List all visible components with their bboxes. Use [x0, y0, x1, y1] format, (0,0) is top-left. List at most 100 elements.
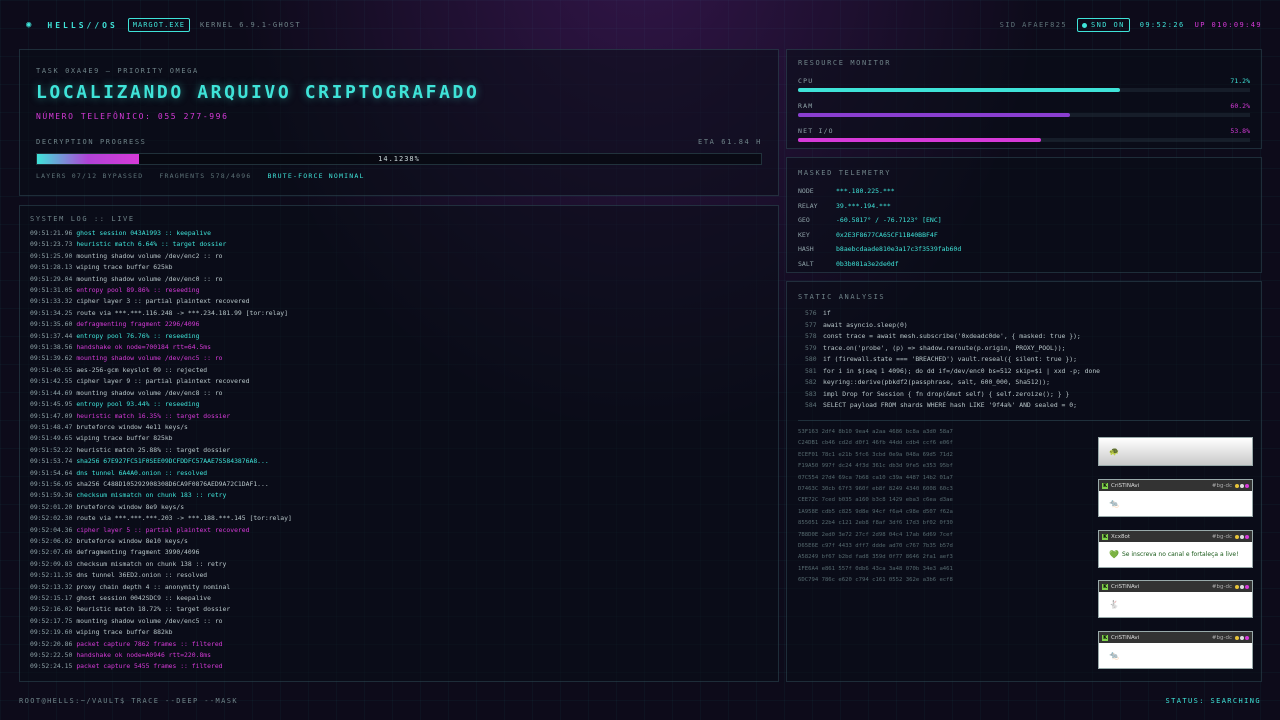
chat-tag: #bg-dc	[1211, 533, 1232, 540]
avatar: K	[1102, 634, 1108, 641]
chat-body: 🐀	[1099, 491, 1252, 516]
log-message: bruteforce window 8e9 keys/s	[76, 502, 185, 511]
app-chip[interactable]: MARGOT.EXE	[127, 18, 190, 32]
meter-fill	[798, 88, 1120, 92]
log-timestamp: 09:51:49.65	[30, 434, 73, 443]
telemetry-row: GEO -60.5817° / -76.7123° [ENC]	[798, 213, 961, 228]
telemetry-value: -60.5817° / -76.7123° [ENC]	[836, 216, 942, 224]
log-timestamp: 09:52:04.36	[30, 525, 73, 534]
log-timestamp: 09:51:31.05	[30, 286, 73, 295]
log-line: 09:51:49.65 wiping trace buffer 825kb	[30, 433, 765, 444]
log-timestamp: 09:52:11.35	[30, 571, 73, 580]
log-message: bruteforce window 8e10 keys/s	[76, 536, 188, 545]
command-prompt[interactable]: ROOT@HELLS:~/VAULT$ TRACE --DEEP --MASK	[19, 697, 238, 705]
chat-header: K Xcx8ot #bg-dc	[1099, 531, 1252, 542]
system-log-panel[interactable]: SYSTEM LOG :: LIVE 09:51:21.96 ghost sess…	[19, 205, 779, 682]
chat-body: 💚 Se inscreva no canal e fortaleça a live…	[1099, 542, 1252, 567]
log-timestamp: 09:52:24.15	[30, 662, 73, 671]
chat-card[interactable]: 🐢	[1098, 437, 1253, 466]
log-line: 09:51:59.36 checksum mismatch on chunk 18…	[30, 490, 765, 501]
log-message: packet capture 5455 frames :: filtered	[76, 662, 223, 671]
log-timestamp: 09:51:28.13	[30, 263, 73, 272]
top-bar: ◉ HELLS//OS MARGOT.EXE KERNEL 6.9.1-GHOS…	[0, 0, 1280, 46]
log-line: 09:51:34.25 route via ***.***.116.248 -> …	[30, 308, 765, 319]
log-line: 09:51:47.09 heuristic match 16.35% :: tar…	[30, 411, 765, 422]
log-timestamp: 09:52:19.60	[30, 628, 73, 637]
log-line: 09:52:22.50 handshake ok node=A0946 rtt=2…	[30, 650, 765, 661]
avatar: K	[1102, 583, 1108, 590]
log-timestamp: 09:51:48.47	[30, 422, 73, 431]
sound-toggle[interactable]: SND ON	[1077, 18, 1130, 32]
meter-label: CPU	[798, 77, 814, 85]
log-line: 09:51:33.32 cipher layer 3 :: partial pla…	[30, 296, 765, 307]
log-line: 09:52:19.60 wiping trace buffer 882kb	[30, 627, 765, 638]
log-line: 09:51:31.05 entropy pool 89.86% :: reseed…	[30, 285, 765, 296]
telemetry-value: b8aebcdaade810e3a17c3f3539fab60d	[836, 245, 962, 253]
log-message: defragmenting fragment 3990/4096	[76, 548, 200, 557]
log-message: defragmenting fragment 2296/4096	[76, 320, 200, 329]
log-timestamp: 09:52:07.60	[30, 548, 73, 557]
log-message: mounting shadow volume /dev/enc0 :: ro	[76, 274, 223, 283]
chat-tag: #bg-dc	[1211, 634, 1232, 641]
log-line: 09:51:53.74 sha256 67E927FC51F0SEE09DCFDD…	[30, 456, 765, 467]
telemetry-row: HASH b8aebcdaade810e3a17c3f3539fab60d	[798, 242, 961, 257]
log-message: heuristic match 6.64% :: target dossier	[76, 240, 227, 249]
session-id: SID AFAEF825	[999, 21, 1068, 29]
log-message: cipher layer 5 :: partial plaintext reco…	[76, 525, 250, 534]
hex-row: D7463C 30cb 67f3 960f eb8f 8249 4340 600…	[798, 486, 953, 493]
meter-label: RAM	[798, 102, 814, 110]
line-number: 584	[805, 401, 817, 409]
log-message: sha256 C488D105292908308D6CA9F0876AED9A7…	[76, 479, 269, 488]
log-message: entropy pool 76.76% :: reseeding	[76, 331, 200, 340]
line-number: 578	[805, 332, 817, 340]
bruteforce-status: BRUTE-FORCE NOMINAL	[267, 172, 365, 180]
log-message: mounting shadow volume /dev/enc5 :: ro	[76, 354, 223, 363]
resource-monitor-panel: RESOURCE MONITOR CPU 71.2% RAM 60.2% NET…	[786, 49, 1262, 149]
code-line: 583 impl Drop for Session { fn drop(&mut …	[805, 389, 1100, 401]
log-line: 09:51:56.95 sha256 C488D105292908308D6CA9…	[30, 479, 765, 490]
phone-number: NÚMERO TELEFÔNICO: 055 277-996	[36, 112, 229, 121]
chat-username: Xcx8ot	[1111, 533, 1131, 540]
log-message: handshake ok node=700184 rtt=64.5ms	[76, 343, 211, 352]
meter-value: 60.2%	[1230, 102, 1250, 110]
sound-dot-icon	[1082, 22, 1088, 28]
log-message: entropy pool 93.44% :: reseeding	[76, 400, 200, 409]
line-number: 581	[805, 366, 817, 375]
code-line: 582 keyring::derive(pbkdf2(passphrase, sa…	[805, 377, 1100, 389]
telemetry-key: HASH	[798, 245, 814, 253]
telemetry-key: RELAY	[798, 201, 818, 210]
log-line: 09:52:17.75 mounting shadow volume /dev/e…	[30, 616, 765, 627]
chat-card[interactable]: K Xcx8ot #bg-dc 💚 Se inscreva no canal e for…	[1098, 530, 1253, 568]
log-message: dns tunnel 6A4A0.onion :: resolved	[76, 468, 208, 477]
chat-card[interactable]: K CriSTiNAvi #bg-dc 🐀	[1098, 479, 1253, 517]
code-line: 578 const trace = await mesh.subscribe('0…	[805, 331, 1100, 343]
log-line: 09:51:25.90 mounting shadow volume /dev/e…	[30, 251, 765, 262]
chat-tag: #bg-dc	[1211, 583, 1232, 590]
cpu-meter: CPU 71.2%	[798, 77, 1250, 92]
log-message: cipher layer 3 :: partial plaintext reco…	[76, 297, 250, 306]
hex-row: F19A50 997f dc24 4f3d 361c db3d 9fe5 e35…	[798, 463, 953, 470]
log-timestamp: 09:52:15.17	[30, 594, 73, 602]
log-timestamp: 09:52:09.83	[30, 559, 73, 568]
chat-card[interactable]: K CriSTiNAvi #bg-dc 🐀	[1098, 631, 1253, 669]
meter-label: NET I/O	[798, 127, 834, 135]
chat-header: K CriSTiNAvi #bg-dc	[1099, 480, 1252, 491]
log-message: ghost session 043A1993 :: keepalive	[76, 229, 211, 237]
chat-card[interactable]: K CriSTiNAvi #bg-dc 🐇	[1098, 580, 1253, 618]
log-lines[interactable]: 09:51:21.96 ghost session 043A1993 :: kee…	[30, 228, 765, 678]
chat-emoji-icon: 🐀	[1109, 651, 1119, 660]
log-line: 09:52:01.20 bruteforce window 8e9 keys/s	[30, 502, 765, 513]
log-line: 09:51:28.13 wiping trace buffer 625kb	[30, 262, 765, 273]
log-timestamp: 09:51:52.22	[30, 445, 73, 454]
telemetry-row: KEY 0x2E3F8677CA65CF11B40BBF4F	[798, 228, 961, 243]
log-timestamp: 09:51:59.36	[30, 491, 73, 500]
hex-row: 07C554 27d4 69ca 7b68 ca10 c39a 4487 14b…	[798, 474, 953, 481]
chat-emoji-icon: 🐢	[1109, 447, 1119, 456]
telemetry-value: 39.***.194.***	[836, 201, 891, 210]
log-message: checksum mismatch on chunk 138 :: retry	[76, 559, 227, 568]
log-line: 09:52:20.86 packet capture 7862 frames ::…	[30, 639, 765, 650]
sound-label: SND ON	[1091, 21, 1125, 29]
log-line: 09:52:15.17 ghost session 0042SDC9 :: kee…	[30, 593, 765, 604]
meter-value: 71.2%	[1230, 77, 1250, 85]
log-timestamp: 09:52:17.75	[30, 616, 73, 625]
